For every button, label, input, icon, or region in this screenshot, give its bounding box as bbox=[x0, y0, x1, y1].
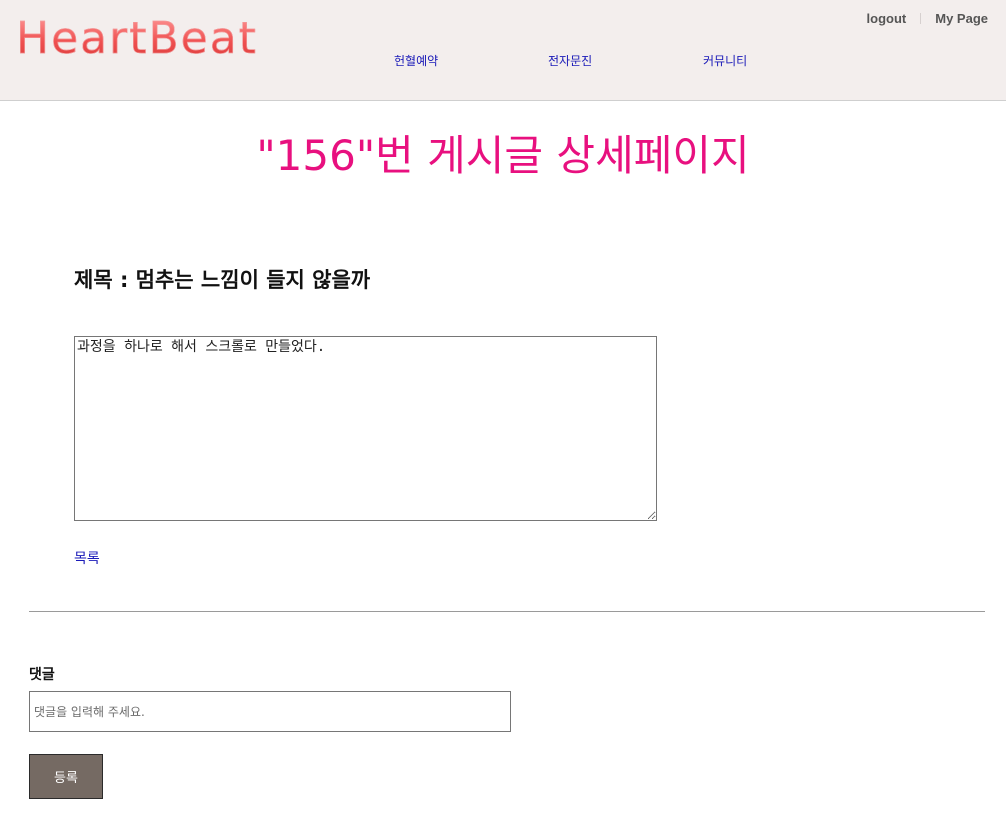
section-divider bbox=[29, 611, 985, 612]
top-links: logout My Page bbox=[867, 11, 988, 26]
site-header: HeartBeat logout My Page 헌혈예약 전자문진 커뮤니티 bbox=[0, 0, 1006, 101]
comment-label: 댓글 bbox=[29, 667, 55, 683]
logo[interactable]: HeartBeat bbox=[16, 13, 258, 64]
nav-item-blood-donation-reservation[interactable]: 헌혈예약 bbox=[394, 52, 438, 69]
my-page-link[interactable]: My Page bbox=[935, 11, 988, 26]
nav-item-community[interactable]: 커뮤니티 bbox=[703, 52, 747, 69]
logout-link[interactable]: logout bbox=[867, 11, 907, 26]
comment-submit-button[interactable]: 등록 bbox=[29, 754, 103, 799]
top-links-divider bbox=[920, 13, 922, 24]
comment-input[interactable] bbox=[29, 691, 511, 732]
list-link[interactable]: 목록 bbox=[74, 548, 100, 568]
post-content-textarea[interactable]: 과정을 하나로 해서 스크롤로 만들었다. bbox=[74, 336, 657, 521]
page-title: "156"번 게시글 상세페이지 bbox=[256, 131, 750, 180]
post-title: 제목 : 멈추는 느낌이 들지 않을까 bbox=[74, 268, 371, 292]
nav-item-electronic-questionnaire[interactable]: 전자문진 bbox=[548, 52, 592, 69]
